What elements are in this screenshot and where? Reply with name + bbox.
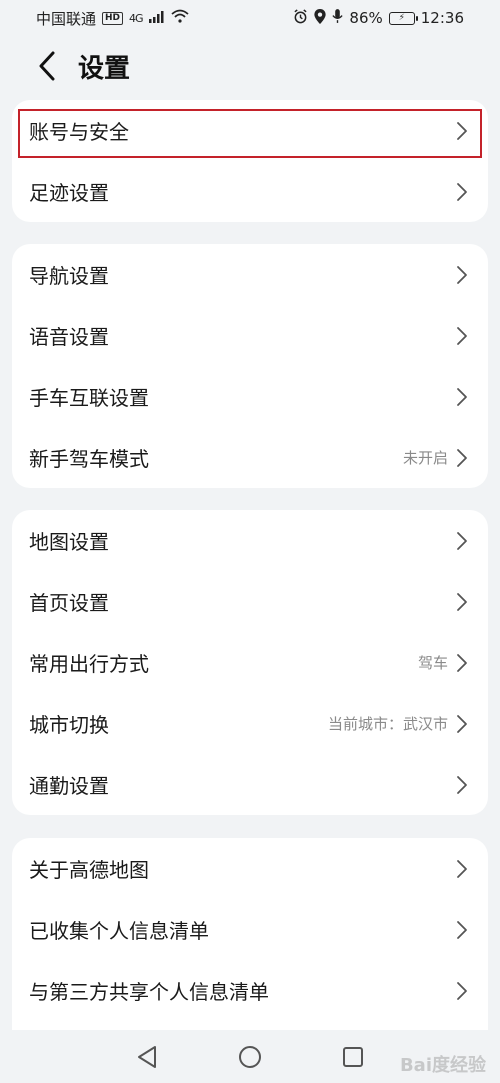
location-icon bbox=[314, 8, 327, 28]
chevron-right-icon bbox=[457, 714, 467, 733]
row-map-settings[interactable]: 地图设置 bbox=[12, 510, 488, 571]
row-right: 当前城市：武汉市 bbox=[328, 713, 468, 734]
row-label: 新手驾车模式 bbox=[29, 447, 149, 471]
row-travel-mode[interactable]: 常用出行方式 驾车 bbox=[12, 632, 488, 693]
row-right bbox=[456, 387, 468, 407]
row-label: 已收集个人信息清单 bbox=[29, 919, 209, 943]
settings-group-account: 账号与安全 足迹设置 bbox=[12, 100, 488, 222]
status-right: 86% ⚡ 12:36 bbox=[293, 8, 464, 28]
chevron-right-icon bbox=[457, 981, 467, 1000]
row-label: 关于高德地图 bbox=[29, 858, 149, 882]
row-right bbox=[456, 981, 468, 1001]
row-right: 未开启 bbox=[403, 447, 468, 468]
circle-home-icon bbox=[239, 1045, 261, 1068]
row-label: 语音设置 bbox=[29, 325, 109, 349]
carrier-name: 中国联通 bbox=[36, 9, 97, 28]
row-value: 当前城市：武汉市 bbox=[327, 715, 448, 733]
row-right bbox=[456, 326, 468, 346]
row-right bbox=[456, 920, 468, 940]
chevron-right-icon bbox=[457, 920, 467, 939]
chevron-right-icon bbox=[457, 448, 467, 467]
row-home-settings[interactable]: 首页设置 bbox=[12, 571, 488, 632]
nav-back-button[interactable] bbox=[133, 1043, 161, 1071]
watermark: Bai度经验 bbox=[399, 1055, 486, 1076]
row-right bbox=[456, 859, 468, 879]
row-label: 足迹设置 bbox=[29, 181, 109, 205]
chevron-right-icon bbox=[457, 859, 467, 878]
chevron-right-icon bbox=[457, 326, 467, 345]
row-label: 地图设置 bbox=[29, 530, 109, 554]
row-right bbox=[456, 592, 468, 612]
row-right bbox=[456, 182, 468, 202]
row-label: 与第三方共享个人信息清单 bbox=[29, 980, 269, 1004]
clock-time: 12:36 bbox=[420, 9, 464, 27]
row-footprint-settings[interactable]: 足迹设置 bbox=[12, 161, 488, 222]
settings-group-map: 地图设置 首页设置 常用出行方式 驾车 城市切换 当前城市：武汉市 通勤设置 bbox=[12, 510, 488, 815]
nav-recents-button[interactable] bbox=[339, 1043, 367, 1071]
chevron-right-icon bbox=[457, 531, 467, 550]
row-account-security[interactable]: 账号与安全 bbox=[12, 100, 488, 161]
chevron-right-icon bbox=[457, 265, 467, 284]
chevron-right-icon bbox=[457, 653, 467, 672]
chevron-right-icon bbox=[457, 387, 467, 406]
row-city-switch[interactable]: 城市切换 当前城市：武汉市 bbox=[12, 693, 488, 754]
row-value: 驾车 bbox=[417, 654, 448, 672]
battery-icon: ⚡ bbox=[388, 11, 418, 25]
alarm-icon bbox=[293, 8, 308, 28]
header: 设置 bbox=[0, 36, 500, 96]
chevron-right-icon bbox=[457, 121, 467, 140]
signal-icon bbox=[148, 9, 165, 27]
network-type: 4G bbox=[129, 11, 143, 25]
square-recents-icon bbox=[343, 1046, 363, 1067]
settings-group-navigation: 导航设置 语音设置 手车互联设置 新手驾车模式 未开启 bbox=[12, 244, 488, 488]
row-collected-info-list[interactable]: 已收集个人信息清单 bbox=[12, 899, 488, 960]
row-about-amap[interactable]: 关于高德地图 bbox=[12, 838, 488, 899]
chevron-right-icon bbox=[457, 182, 467, 201]
row-label: 通勤设置 bbox=[29, 774, 109, 798]
microphone-icon bbox=[332, 8, 344, 28]
row-car-connect-settings[interactable]: 手车互联设置 bbox=[12, 366, 488, 427]
row-label: 城市切换 bbox=[29, 713, 109, 737]
back-arrow-icon bbox=[39, 51, 55, 81]
row-voice-settings[interactable]: 语音设置 bbox=[12, 305, 488, 366]
row-novice-driving-mode[interactable]: 新手驾车模式 未开启 bbox=[12, 427, 488, 488]
row-value: 未开启 bbox=[402, 449, 448, 467]
row-label: 手车互联设置 bbox=[29, 386, 149, 410]
triangle-back-icon bbox=[138, 1045, 156, 1068]
row-navigation-settings[interactable]: 导航设置 bbox=[12, 244, 488, 305]
row-right bbox=[456, 265, 468, 285]
row-right bbox=[456, 775, 468, 795]
row-label: 常用出行方式 bbox=[29, 652, 149, 676]
row-right: 驾车 bbox=[418, 652, 468, 673]
page-title: 设置 bbox=[78, 53, 131, 84]
settings-group-about: 关于高德地图 已收集个人信息清单 与第三方共享个人信息清单 bbox=[12, 838, 488, 1030]
row-third-party-info-list[interactable]: 与第三方共享个人信息清单 bbox=[12, 960, 488, 1021]
hd-badge: HD bbox=[102, 11, 124, 25]
battery-percent: 86% bbox=[349, 9, 383, 27]
wifi-icon bbox=[170, 9, 189, 27]
row-label: 导航设置 bbox=[29, 264, 109, 288]
chevron-right-icon bbox=[457, 775, 467, 794]
row-label: 首页设置 bbox=[29, 591, 109, 615]
row-commute-settings[interactable]: 通勤设置 bbox=[12, 754, 488, 815]
status-left: 中国联通 HD 4G bbox=[36, 8, 189, 29]
row-right bbox=[456, 121, 468, 141]
row-right bbox=[456, 531, 468, 551]
status-bar: 中国联通 HD 4G 86% ⚡ 12:36 bbox=[0, 0, 500, 36]
chevron-right-icon bbox=[457, 592, 467, 611]
nav-home-button[interactable] bbox=[236, 1043, 264, 1071]
row-label: 账号与安全 bbox=[29, 120, 129, 144]
back-button[interactable] bbox=[22, 41, 72, 91]
